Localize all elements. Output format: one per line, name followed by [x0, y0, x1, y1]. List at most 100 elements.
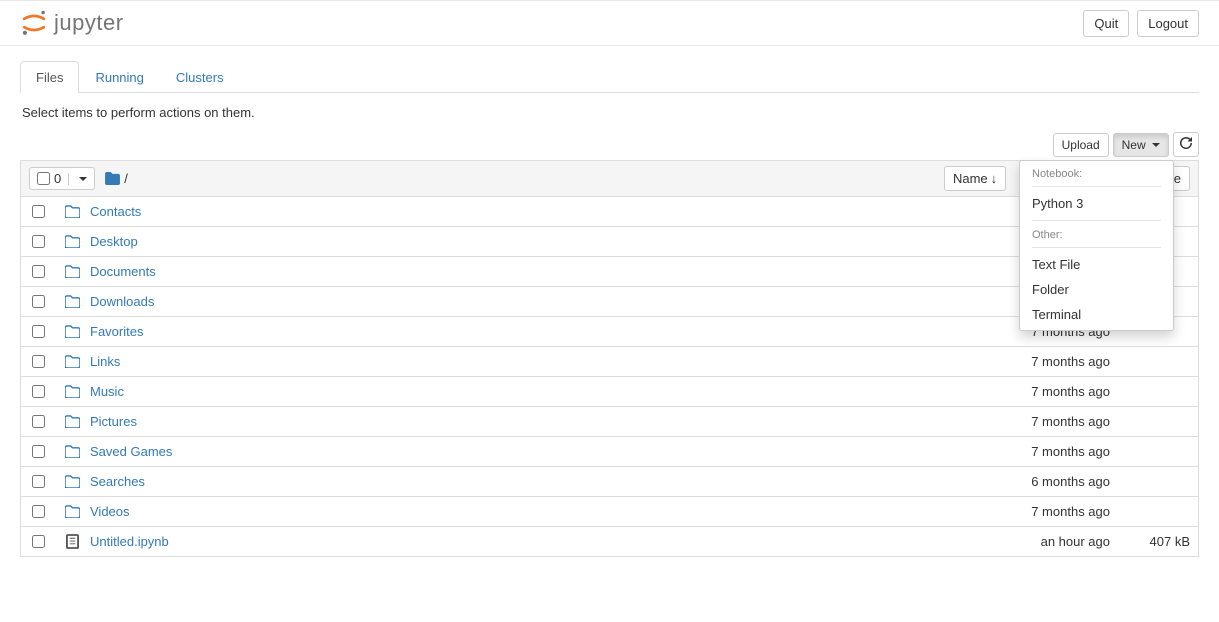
file-row: Links 7 months ago [21, 347, 1198, 377]
tab-files[interactable]: Files [20, 61, 79, 93]
file-type-icon [65, 235, 80, 248]
file-row: Music 7 months ago [21, 377, 1198, 407]
caret-down-icon [79, 177, 87, 181]
file-row-checkbox[interactable] [32, 205, 45, 218]
file-type-icon [65, 445, 80, 458]
dropdown-item-terminal[interactable]: Terminal [1020, 302, 1173, 327]
arrow-down-icon: ↓ [991, 171, 998, 186]
file-type-icon [65, 265, 80, 278]
dropdown-divider [1032, 186, 1161, 187]
folder-icon [65, 415, 80, 428]
file-type-icon [65, 534, 80, 549]
file-name-link[interactable]: Desktop [90, 234, 920, 249]
file-row-checkbox[interactable] [32, 235, 45, 248]
new-button[interactable]: New [1113, 133, 1169, 157]
select-all-checkbox-input[interactable] [37, 172, 50, 185]
file-row: Untitled.ipynb an hour ago 407 kB [21, 527, 1198, 557]
file-row: Searches 6 months ago [21, 467, 1198, 497]
selected-count: 0 [54, 171, 61, 186]
file-row: Saved Games 7 months ago [21, 437, 1198, 467]
file-row-checkbox[interactable] [32, 415, 45, 428]
file-row: Videos 7 months ago [21, 497, 1198, 527]
upload-button[interactable]: Upload [1053, 133, 1109, 157]
new-dropdown: Notebook: Python 3 Other: Text File Fold… [1019, 160, 1174, 331]
file-row-checkbox[interactable] [32, 445, 45, 458]
folder-icon[interactable] [105, 172, 120, 185]
file-row-checkbox[interactable] [32, 325, 45, 338]
file-name-link[interactable]: Searches [90, 474, 920, 489]
sort-name-label: Name [953, 171, 988, 186]
file-type-icon [65, 325, 80, 338]
instructions-text: Select items to perform actions on them. [20, 93, 1199, 132]
tab-clusters[interactable]: Clusters [160, 61, 240, 93]
file-name-link[interactable]: Downloads [90, 294, 920, 309]
caret-down-icon [1152, 143, 1160, 147]
folder-icon [65, 505, 80, 518]
file-modified: 7 months ago [940, 414, 1110, 429]
file-modified: 7 months ago [940, 384, 1110, 399]
file-name-link[interactable]: Favorites [90, 324, 920, 339]
file-modified: 7 months ago [940, 444, 1110, 459]
file-type-icon [65, 385, 80, 398]
file-size: 407 kB [1130, 534, 1190, 549]
select-all-control[interactable]: 0 [29, 167, 95, 190]
file-name-link[interactable]: Music [90, 384, 920, 399]
folder-icon [65, 235, 80, 248]
refresh-button[interactable] [1173, 132, 1199, 157]
tab-running[interactable]: Running [79, 61, 159, 93]
file-type-icon [65, 475, 80, 488]
dropdown-item-python3[interactable]: Python 3 [1020, 191, 1173, 216]
logo-text: jupyter [54, 10, 124, 36]
toolbar: Upload New Notebook: Python 3 Other: Tex… [20, 132, 1199, 157]
header: jupyter Quit Logout [0, 1, 1219, 46]
folder-icon [65, 325, 80, 338]
file-name-link[interactable]: Links [90, 354, 920, 369]
folder-icon [65, 205, 80, 218]
notebook-icon [66, 534, 79, 549]
file-name-link[interactable]: Saved Games [90, 444, 920, 459]
dropdown-divider [1032, 220, 1161, 221]
file-row-checkbox[interactable] [32, 535, 45, 548]
file-modified: 6 months ago [940, 474, 1110, 489]
folder-icon [65, 265, 80, 278]
folder-icon [65, 295, 80, 308]
file-name-link[interactable]: Contacts [90, 204, 920, 219]
sort-name-button[interactable]: Name ↓ [944, 166, 1006, 191]
dropdown-item-textfile[interactable]: Text File [1020, 252, 1173, 277]
select-all-dropdown[interactable] [68, 173, 94, 185]
file-row: Pictures 7 months ago [21, 407, 1198, 437]
file-type-icon [65, 355, 80, 368]
file-modified: 7 months ago [940, 354, 1110, 369]
folder-icon [65, 385, 80, 398]
file-row-checkbox[interactable] [32, 265, 45, 278]
file-row-checkbox[interactable] [32, 355, 45, 368]
jupyter-logo-icon [20, 9, 48, 37]
quit-button[interactable]: Quit [1083, 10, 1129, 37]
breadcrumb: / [105, 171, 128, 186]
jupyter-logo[interactable]: jupyter [20, 9, 124, 37]
file-name-link[interactable]: Videos [90, 504, 920, 519]
header-buttons: Quit Logout [1083, 10, 1199, 37]
tabs: Files Running Clusters [20, 61, 1199, 93]
folder-icon [65, 355, 80, 368]
file-name-link[interactable]: Documents [90, 264, 920, 279]
dropdown-header-notebook: Notebook: [1020, 164, 1173, 182]
new-button-label: New [1122, 138, 1146, 152]
logout-button[interactable]: Logout [1137, 10, 1199, 37]
file-modified: an hour ago [940, 534, 1110, 549]
file-type-icon [65, 415, 80, 428]
file-row-checkbox[interactable] [32, 475, 45, 488]
file-modified: 7 months ago [940, 504, 1110, 519]
file-type-icon [65, 295, 80, 308]
file-name-link[interactable]: Untitled.ipynb [90, 534, 920, 549]
file-row-checkbox[interactable] [32, 385, 45, 398]
file-type-icon [65, 505, 80, 518]
file-type-icon [65, 205, 80, 218]
file-row-checkbox[interactable] [32, 505, 45, 518]
file-name-link[interactable]: Pictures [90, 414, 920, 429]
select-all-checkbox[interactable]: 0 [30, 168, 68, 189]
folder-icon [65, 445, 80, 458]
dropdown-header-other: Other: [1020, 225, 1173, 243]
file-row-checkbox[interactable] [32, 295, 45, 308]
dropdown-item-folder[interactable]: Folder [1020, 277, 1173, 302]
